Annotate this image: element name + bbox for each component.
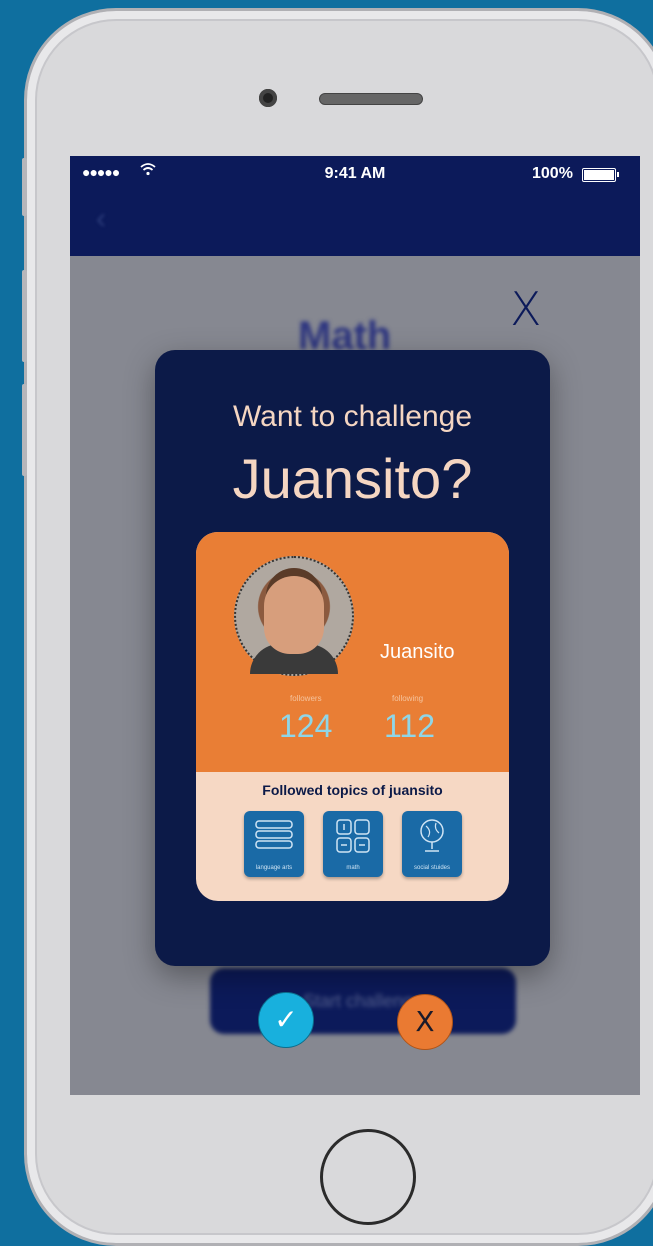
topic-math[interactable]: math (323, 811, 383, 877)
volume-down-button (22, 384, 27, 476)
accept-button[interactable]: ✓ (258, 992, 314, 1048)
battery-percent: 100% (532, 165, 573, 182)
back-chevron-icon[interactable]: ‹ (96, 202, 106, 236)
volume-up-button (22, 270, 27, 362)
avatar-face (264, 576, 324, 654)
followers-count: 124 (279, 708, 333, 744)
topic-social-studies[interactable]: social stuides (402, 811, 462, 877)
status-bar: ●●●●● 9:41 AM 100% (70, 156, 640, 194)
challenge-modal: Want to challenge Juansito? Juansito fol… (155, 350, 550, 966)
following-count: 112 (384, 708, 436, 744)
following-label: following (392, 694, 424, 703)
modal-question: Want to challenge (232, 400, 473, 433)
profile-name: Juansito (380, 641, 455, 663)
topic-label: math (346, 865, 360, 871)
home-button[interactable] (320, 1129, 416, 1225)
topic-label: language arts (255, 865, 293, 871)
topic-language-arts[interactable]: language arts (244, 811, 304, 877)
earpiece-speaker (319, 93, 423, 105)
battery-icon (582, 168, 619, 182)
screen: ●●●●● 9:41 AM 100% ‹ Math Start challeng… (70, 156, 640, 1095)
front-camera (259, 89, 277, 107)
followers-label: followers (290, 694, 322, 703)
close-icon[interactable]: X (510, 282, 542, 336)
profile-card: Juansito followers 124 following 112 Fol… (196, 532, 509, 901)
topics-title: Followed topics of juansito (262, 782, 443, 798)
decline-button[interactable]: X (397, 994, 453, 1050)
nav-bar: ‹ (70, 194, 640, 256)
profile-card-header (196, 532, 509, 772)
topic-label: social stuides (413, 865, 451, 871)
mute-switch (22, 158, 27, 216)
modal-challengee-name: Juansito? (232, 447, 473, 510)
avatar (234, 556, 354, 676)
background-start-button: Start challenge (210, 968, 516, 1034)
